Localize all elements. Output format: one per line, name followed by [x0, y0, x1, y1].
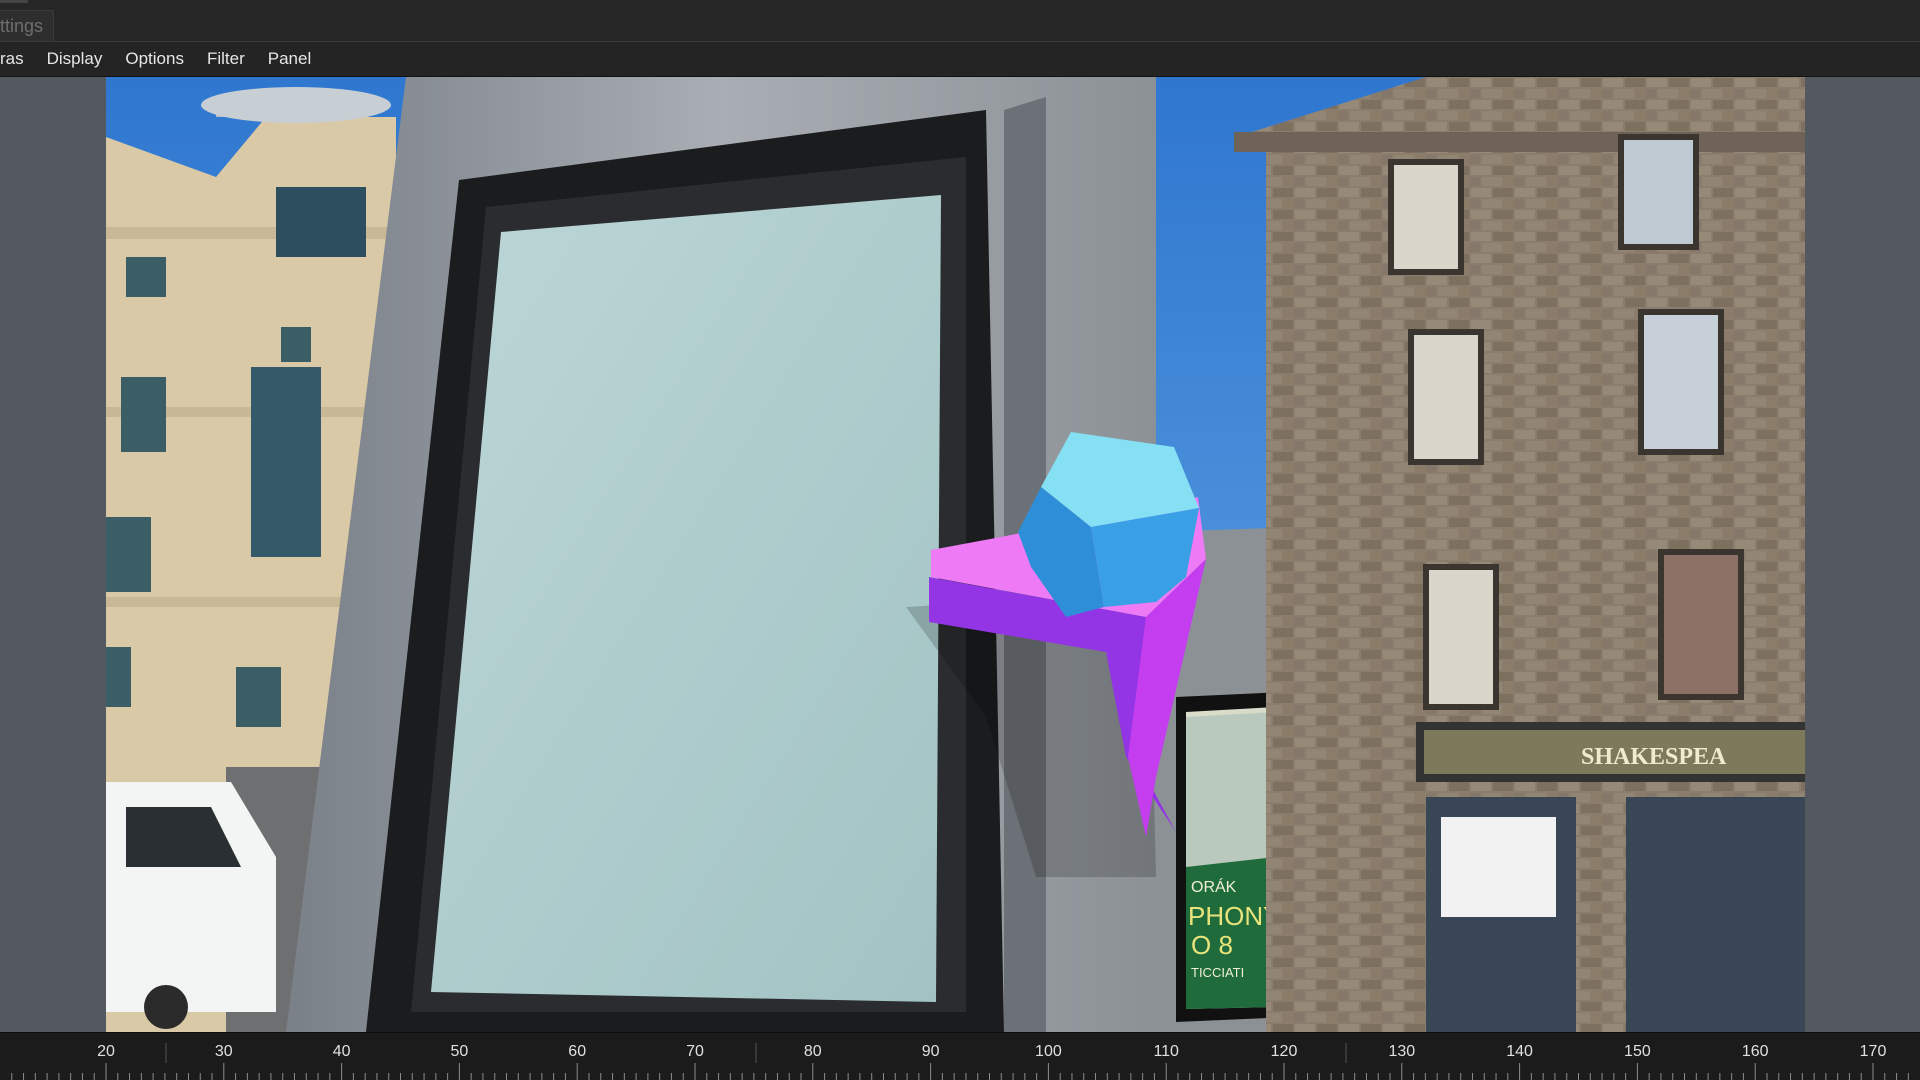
ruler-label: 160 [1742, 1043, 1769, 1060]
scene-image: ORÁK PHONY O 8 TICCIATI SHAKESPEA [106, 77, 1805, 1032]
ruler-label: 120 [1271, 1043, 1298, 1060]
ruler-label: 60 [568, 1043, 586, 1060]
window [1388, 159, 1464, 275]
menu-display[interactable]: Display [47, 49, 103, 69]
ruler-label: 100 [1035, 1043, 1062, 1060]
poster-line-1: ORÁK [1191, 877, 1237, 896]
white-van [106, 782, 276, 1029]
poster-line-4: TICCIATI [1191, 965, 1244, 980]
window [1423, 564, 1499, 710]
ruler-svg: 20 30 40 50 60 70 80 90 100 110 120 130 140 150 160 170 [11, 1043, 1909, 1080]
window [1638, 309, 1724, 455]
menu-bar: ras Display Options Filter Panel [0, 42, 1920, 77]
menu-options[interactable]: Options [125, 49, 184, 69]
pub-sign: SHAKESPEA [1581, 744, 1727, 770]
poster-line-3: O 8 [1191, 930, 1233, 960]
menu-cameras[interactable]: ras [0, 49, 24, 69]
ruler-label: 70 [686, 1043, 704, 1060]
tab-indicator [0, 0, 28, 3]
ruler-label: 170 [1860, 1043, 1887, 1060]
settings-tab-label: ttings [0, 16, 44, 36]
right-building: SHAKESPEA [1234, 77, 1805, 1032]
top-bar: ttings [0, 0, 1920, 42]
window [1618, 134, 1699, 250]
viewer-panel[interactable]: ORÁK PHONY O 8 TICCIATI SHAKESPEA [0, 77, 1920, 1032]
ruler-label: 90 [922, 1043, 940, 1060]
timeline-ruler[interactable]: 20 30 40 50 60 70 80 90 100 110 120 130 140 150 160 170 [0, 1032, 1920, 1080]
window [1408, 329, 1484, 465]
ruler-label: 140 [1506, 1043, 1533, 1060]
ruler-label: 150 [1624, 1043, 1651, 1060]
window [1658, 549, 1744, 700]
settings-tab[interactable]: ttings [0, 10, 55, 41]
menu-panel[interactable]: Panel [268, 49, 311, 69]
viewer-image[interactable]: ORÁK PHONY O 8 TICCIATI SHAKESPEA [106, 77, 1805, 1032]
ruler-label: 40 [333, 1043, 351, 1060]
ruler-label: 50 [451, 1043, 469, 1060]
menu-filter[interactable]: Filter [207, 49, 245, 69]
ruler-label: 80 [804, 1043, 822, 1060]
ruler-label: 130 [1388, 1043, 1415, 1060]
ruler-label: 30 [215, 1043, 233, 1060]
ruler-label: 20 [97, 1043, 115, 1060]
ruler-label: 110 [1153, 1043, 1179, 1060]
